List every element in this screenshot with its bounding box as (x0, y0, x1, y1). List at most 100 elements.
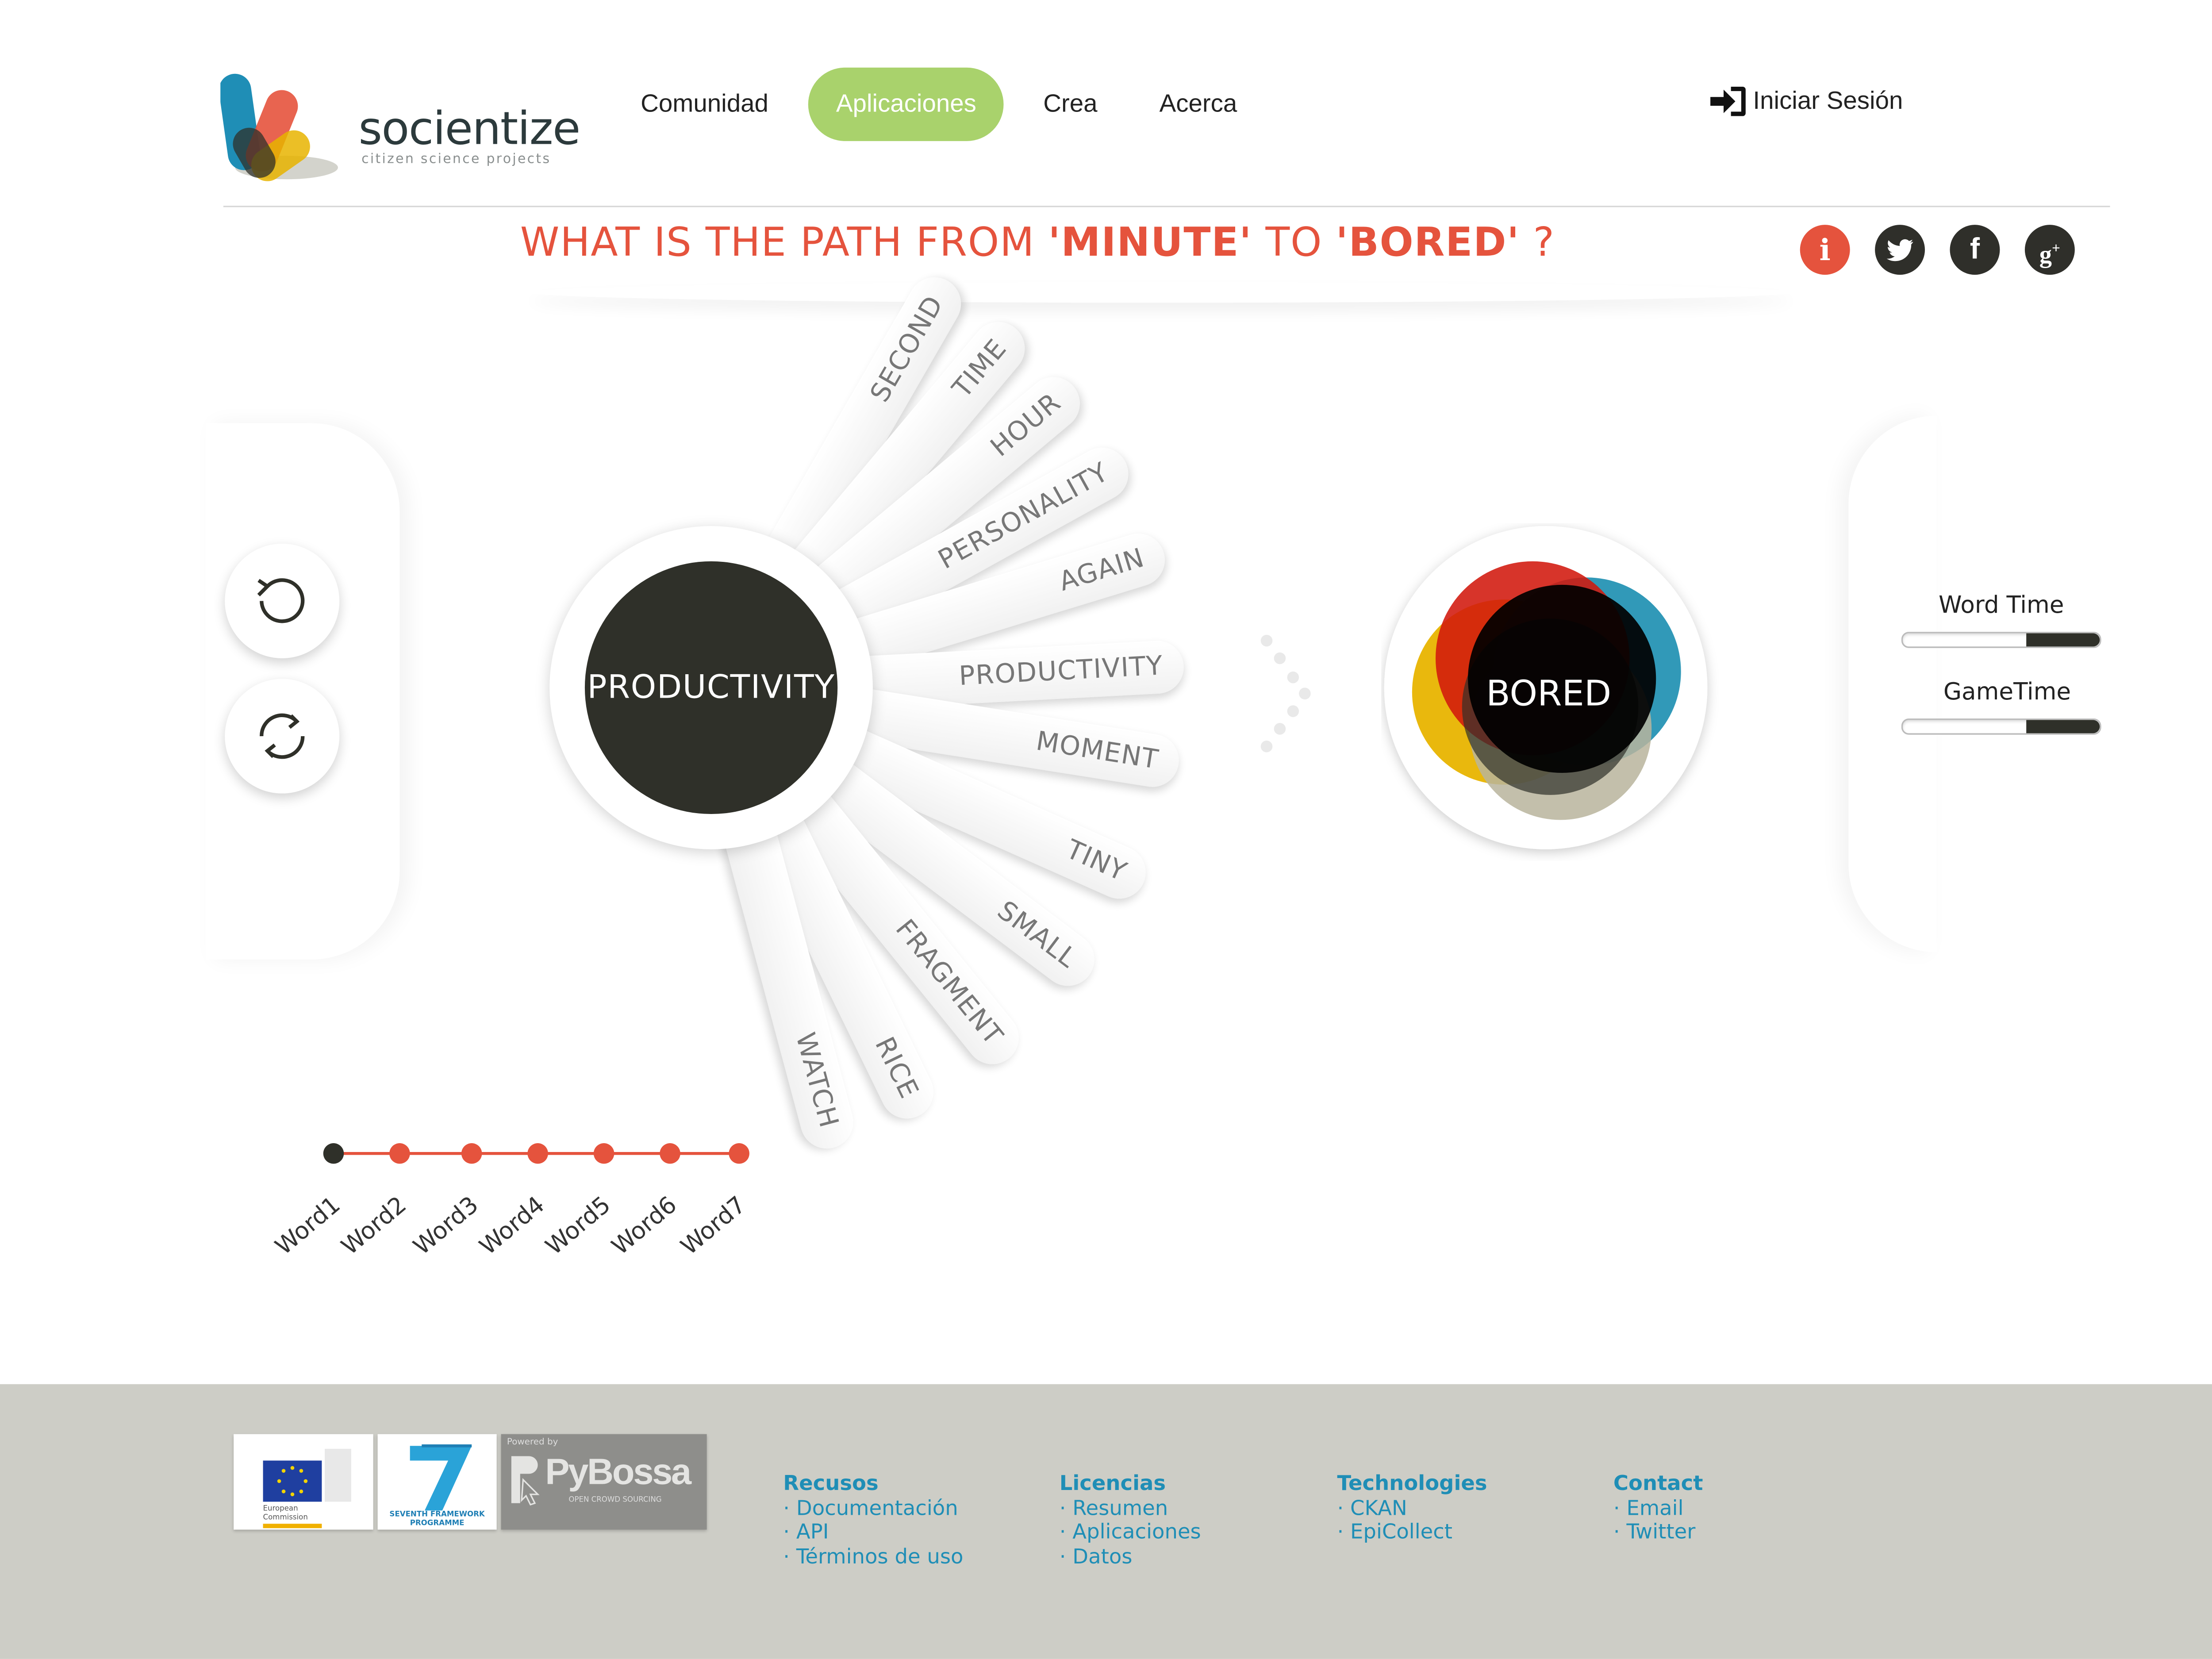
nav-crea[interactable]: Crea (1043, 68, 1097, 141)
current-word-label: PRODUCTIVITY (587, 669, 835, 706)
timeline-step-dot[interactable] (323, 1143, 344, 1164)
bullet-icon: · (1337, 1521, 1351, 1544)
footer-column-title: Technologies (1337, 1472, 1487, 1496)
nav-comunidad[interactable]: Comunidad (641, 68, 768, 141)
question-from-word: 'MINUTE' (1048, 220, 1252, 266)
undo-button[interactable] (225, 543, 340, 658)
footer-link[interactable]: · API (783, 1521, 963, 1545)
candidate-word-label: AGAIN (1056, 543, 1148, 598)
word-time-label: Word Time (1938, 591, 2064, 619)
google-plus-icon[interactable]: g+ (2024, 225, 2075, 275)
twitter-icon[interactable] (1875, 225, 1925, 275)
footer-link-label: Aplicaciones (1072, 1521, 1201, 1544)
game-page: socientize citizen science projects Comu… (0, 0, 2212, 1659)
footer-column-recusos: Recusos · Documentación · API · Términos de… (783, 1472, 963, 1569)
candidate-word-label: PRODUCTIVITY (958, 651, 1164, 692)
timeline-step-label: Word6 (606, 1190, 682, 1260)
bullet-icon: · (1059, 1496, 1073, 1520)
restart-button[interactable] (225, 679, 340, 794)
timeline-step-dot[interactable] (527, 1143, 548, 1164)
pybossa-cursor-icon (511, 1456, 540, 1506)
footer-link-label: Twitter (1626, 1521, 1696, 1544)
bullet-icon: · (783, 1545, 796, 1569)
current-word-node: PRODUCTIVITY (584, 561, 838, 814)
nav-aplicaciones[interactable]: Aplicaciones (808, 67, 1005, 141)
bullet-icon: · (1613, 1521, 1627, 1544)
timeline-step-dot[interactable] (660, 1143, 680, 1164)
refresh-icon (260, 713, 305, 759)
pybossa-logo[interactable]: Powered by PyBossa OPEN CROWD SOURCING (501, 1434, 707, 1530)
login-label: Iniciar Sesión (1753, 86, 1903, 115)
european-commission-logo[interactable]: European Commission (234, 1434, 373, 1530)
logo-mark-icon (220, 73, 338, 181)
footer-column-title: Recusos (783, 1472, 879, 1496)
footer-link[interactable]: · Aplicaciones (1060, 1521, 1201, 1545)
timeline-step-dot[interactable] (389, 1143, 410, 1164)
fp7-caption: SEVENTH FRAMEWORK PROGRAMME (389, 1510, 485, 1528)
footer-link-label: API (796, 1521, 829, 1544)
timeline-step-label: Word1 (269, 1190, 346, 1260)
question-suffix: ? (1520, 220, 1555, 266)
timeline-step-label: Word3 (407, 1190, 484, 1260)
footer-link[interactable]: · Twitter (1613, 1521, 1703, 1545)
footer-link[interactable]: · Documentación (783, 1497, 963, 1521)
footer-link[interactable]: · CKAN (1337, 1497, 1487, 1521)
timeline-step-label: Word7 (675, 1190, 751, 1260)
word-time-fill (2027, 633, 2100, 647)
question-middle: TO (1252, 220, 1336, 266)
footer-link-label: Documentación (796, 1496, 958, 1520)
footer-link-label: EpiCollect (1350, 1521, 1453, 1544)
question-to-word: 'BORED' (1336, 220, 1520, 266)
footer-link[interactable]: · Datos (1060, 1545, 1201, 1569)
facebook-icon[interactable]: f (1950, 225, 2000, 275)
login-button[interactable]: Iniciar Sesión (1709, 85, 1903, 118)
footer-link[interactable]: · Términos de uso (783, 1545, 963, 1569)
footer-link[interactable]: · Email (1613, 1497, 1703, 1521)
footer-column-technologies: Technologies · CKAN · EpiCollect (1337, 1472, 1487, 1545)
bullet-icon: · (1337, 1496, 1351, 1520)
footer-column-contact: Contact · Email · Twitter (1613, 1472, 1703, 1545)
bullet-icon: · (1059, 1545, 1073, 1569)
info-icon[interactable]: i (1800, 225, 1850, 275)
bullet-icon: · (1613, 1496, 1627, 1520)
footer-column-title: Licencias (1059, 1472, 1166, 1496)
header-divider (223, 205, 2110, 207)
footer-column-title: Contact (1613, 1472, 1703, 1496)
pybossa-powered-by: Powered by (507, 1437, 558, 1448)
question-prefix: WHAT IS THE PATH FROM (520, 220, 1048, 266)
game-time-label: GameTime (1943, 677, 2071, 706)
game-time-fill (2027, 720, 2100, 733)
footer-link-label: CKAN (1350, 1496, 1407, 1520)
timeline-step-label: Word2 (336, 1190, 412, 1260)
footer-column-licencias: Licencias · Resumen · Aplicaciones · Datos (1060, 1472, 1201, 1569)
eu-caption: European Commission (263, 1505, 308, 1522)
footer-link-label: Datos (1072, 1545, 1133, 1569)
footer-link[interactable]: · EpiCollect (1337, 1521, 1487, 1545)
timeline-step-dot[interactable] (461, 1143, 482, 1164)
nav-acerca[interactable]: Acerca (1160, 68, 1237, 141)
game-time-slider (1901, 718, 2101, 735)
footer-link[interactable]: · Resumen (1060, 1497, 1201, 1521)
timeline-step-dot[interactable] (593, 1143, 614, 1164)
socientize-logo[interactable]: socientize citizen science projects (220, 68, 580, 185)
title-shadow (529, 282, 1793, 303)
footer-link-label: Términos de uso (796, 1545, 964, 1569)
question-title: WHAT IS THE PATH FROM 'MINUTE' TO 'BORED… (520, 220, 1555, 266)
bullet-icon: · (783, 1521, 796, 1544)
pybossa-tagline: OPEN CROWD SOURCING (568, 1496, 662, 1505)
timeline-step-label: Word5 (540, 1190, 616, 1260)
bullet-icon: · (783, 1496, 796, 1520)
login-icon (1710, 86, 1746, 116)
footer: European Commission SEVENTH FRAMEWORK PR… (0, 1384, 2212, 1659)
undo-icon (257, 578, 305, 623)
footer-link-label: Resumen (1072, 1496, 1168, 1520)
timeline-step-dot[interactable] (729, 1143, 749, 1164)
logo-wordmark: socientize (358, 103, 580, 156)
word-time-slider (1901, 632, 2101, 648)
pybossa-name: PyBossa (545, 1452, 691, 1493)
target-word-label: BORED (1486, 673, 1612, 714)
timeline-step-label: Word4 (474, 1190, 550, 1260)
candidate-word-label: WATCH (789, 1029, 844, 1132)
fp7-logo[interactable]: SEVENTH FRAMEWORK PROGRAMME (377, 1434, 497, 1530)
path-arrow-icon (1260, 634, 1311, 753)
